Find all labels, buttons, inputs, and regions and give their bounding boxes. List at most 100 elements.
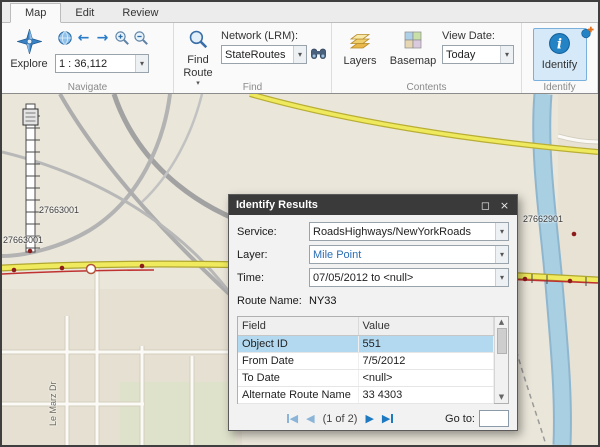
network-combo[interactable]: StateRoutes ▾ xyxy=(221,45,307,64)
time-label: Time: xyxy=(237,272,309,284)
scrollbar-thumb[interactable] xyxy=(497,328,507,354)
layer-combo[interactable]: Mile Point ▾ xyxy=(309,245,509,264)
view-date-value: Today xyxy=(443,49,500,61)
group-label-navigate: Navigate xyxy=(2,82,173,93)
close-icon[interactable]: × xyxy=(497,200,512,211)
layer-row: Layer: Mile Point ▾ xyxy=(237,245,509,264)
page-position: (1 of 2) xyxy=(323,413,358,425)
network-label: Network (LRM): xyxy=(221,30,327,42)
chevron-down-icon: ▾ xyxy=(293,46,306,63)
explore-compass-icon xyxy=(17,29,42,57)
chevron-down-icon: ▾ xyxy=(495,269,508,286)
table-row-to-date[interactable]: To Date <null> xyxy=(238,369,494,386)
dialog-title-bar[interactable]: Identify Results ◻ × xyxy=(229,195,517,215)
view-date-label: View Date: xyxy=(442,30,514,42)
explore-label: Explore xyxy=(10,58,47,70)
value-column-header: Value xyxy=(358,317,494,335)
layers-button[interactable]: Layers xyxy=(336,26,384,81)
route-label: 27663001 xyxy=(39,205,79,215)
network-field: Network (LRM): StateRoutes ▾ xyxy=(221,26,327,81)
dialog-title: Identify Results xyxy=(236,199,474,211)
ribbon-tab-bar: Map Edit Review xyxy=(2,2,598,23)
table-row-from-date[interactable]: From Date 7/5/2012 xyxy=(238,352,494,369)
find-route-label-line2: Route xyxy=(183,67,212,79)
identify-results-dialog: Identify Results ◻ × Service: RoadsHighw… xyxy=(228,194,518,431)
group-label-find: Find xyxy=(174,82,331,93)
view-date-field: View Date: Today ▾ xyxy=(442,26,514,81)
previous-extent-icon[interactable] xyxy=(55,29,74,47)
pagination-bar: ◀ ◀ (1 of 2) ▶ ▶ Go to: xyxy=(237,410,509,427)
navigate-controls: ← → xyxy=(55,26,150,81)
magnifier-icon xyxy=(188,29,209,53)
attribute-table-wrap: Field Value Object ID 551 From Date xyxy=(237,316,509,404)
time-value: 07/05/2012 to <null> xyxy=(310,272,495,284)
find-route-label-line1: Find xyxy=(187,54,208,66)
chevron-down-icon: ▾ xyxy=(500,46,513,63)
scroll-up-icon[interactable]: ▲ xyxy=(499,317,504,328)
route-name-label: Route Name: xyxy=(237,295,309,307)
service-label: Service: xyxy=(237,226,309,238)
layers-icon xyxy=(349,29,371,54)
binoculars-icon[interactable] xyxy=(310,45,327,64)
group-label-contents: Contents xyxy=(332,82,521,93)
tab-review[interactable]: Review xyxy=(108,4,172,22)
explore-button[interactable]: Explore xyxy=(6,26,52,81)
maximize-icon[interactable]: ◻ xyxy=(478,200,493,211)
identify-info-icon: i xyxy=(548,32,571,58)
application-window: Map Edit Review Explore xyxy=(0,0,600,447)
first-page-button[interactable]: ◀ xyxy=(287,413,298,424)
goto-page-input[interactable] xyxy=(479,410,509,427)
service-value: RoadsHighways/NewYorkRoads xyxy=(310,226,495,238)
map-scale-combo[interactable]: 1 : 36,112 ▾ xyxy=(55,54,149,73)
layers-label: Layers xyxy=(343,55,376,67)
tab-edit[interactable]: Edit xyxy=(61,4,108,22)
goto-label: Go to: xyxy=(445,413,475,425)
basemap-button[interactable]: Basemap xyxy=(387,26,439,81)
tab-map[interactable]: Map xyxy=(10,3,61,23)
field-column-header: Field xyxy=(238,317,358,335)
basemap-icon xyxy=(402,29,424,54)
route-name-row: Route Name: NY33 xyxy=(237,291,509,310)
view-date-combo[interactable]: Today ▾ xyxy=(442,45,514,64)
group-label-identify: Identify xyxy=(522,82,597,93)
zoom-in-icon[interactable] xyxy=(112,29,131,47)
service-combo[interactable]: RoadsHighways/NewYorkRoads ▾ xyxy=(309,222,509,241)
next-page-button[interactable]: ▶ xyxy=(365,413,373,424)
table-scrollbar[interactable]: ▲ ▼ xyxy=(494,317,508,403)
ribbon-group-contents: Layers Basemap View Date: Today ▾ xyxy=(332,23,522,93)
scroll-down-icon[interactable]: ▼ xyxy=(499,392,504,403)
chevron-down-icon: ▾ xyxy=(495,246,508,263)
layer-label: Layer: xyxy=(237,249,309,261)
table-row-object-id[interactable]: Object ID 551 xyxy=(238,335,494,352)
identify-label: Identify xyxy=(542,59,577,71)
map-scale-value: 1 : 36,112 xyxy=(56,58,135,70)
chevron-down-icon: ▾ xyxy=(135,55,148,72)
attribute-table: Field Value Object ID 551 From Date xyxy=(238,317,494,404)
table-header-row: Field Value xyxy=(238,317,494,335)
last-page-button[interactable]: ▶ xyxy=(382,413,393,424)
street-label: Le Marz Dr xyxy=(48,381,58,426)
network-value: StateRoutes xyxy=(222,49,293,61)
zoom-out-icon[interactable] xyxy=(131,29,150,47)
chevron-down-icon: ▾ xyxy=(495,223,508,240)
time-row: Time: 07/05/2012 to <null> ▾ xyxy=(237,268,509,287)
map-canvas[interactable]: 27663001 27663001 27662901 Le Marz Dr Id… xyxy=(2,94,598,445)
forward-arrow-icon[interactable]: → xyxy=(93,29,112,47)
route-name-value: NY33 xyxy=(309,295,337,307)
dialog-body: Service: RoadsHighways/NewYorkRoads ▾ La… xyxy=(229,215,517,432)
identify-route-plus-icon[interactable] xyxy=(581,26,594,44)
route-label: 27662901 xyxy=(523,214,563,224)
find-route-button[interactable]: Find Route ▾ xyxy=(178,26,218,81)
ribbon-group-navigate: Explore ← → xyxy=(2,23,174,93)
ribbon: Explore ← → xyxy=(2,23,598,94)
back-arrow-icon[interactable]: ← xyxy=(74,29,93,47)
table-row-alternate-route-name[interactable]: Alternate Route Name 33 4303 xyxy=(238,386,494,403)
layer-value: Mile Point xyxy=(310,249,495,261)
previous-page-button[interactable]: ◀ xyxy=(306,413,314,424)
time-combo[interactable]: 07/05/2012 to <null> ▾ xyxy=(309,268,509,287)
basemap-label: Basemap xyxy=(390,55,436,67)
svg-text:i: i xyxy=(557,37,562,53)
identify-button[interactable]: i Identify xyxy=(533,28,587,81)
ribbon-group-identify: i Identify Identify xyxy=(522,23,598,93)
route-label: 27663001 xyxy=(3,235,43,245)
